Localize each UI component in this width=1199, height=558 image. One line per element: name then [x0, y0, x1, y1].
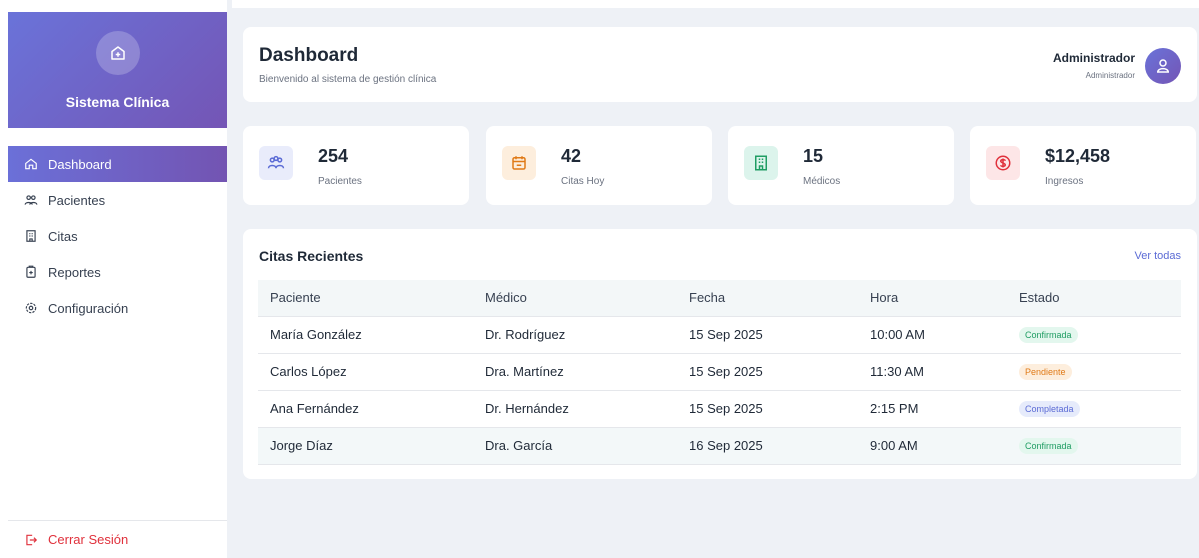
sidebar-item-label: Dashboard: [48, 156, 112, 172]
user-icon: [1156, 59, 1170, 73]
time-cell: 2:15 PM: [858, 390, 1007, 428]
stat-label: Médicos: [803, 176, 841, 187]
stat-card-ingresos: $12,458 Ingresos: [970, 126, 1196, 205]
sidebar-item-label: Configuración: [48, 300, 129, 316]
date-cell: 15 Sep 2025: [677, 390, 858, 428]
gear-icon: [24, 301, 38, 315]
table-row[interactable]: María González Dr. Rodríguez 15 Sep 2025…: [258, 316, 1181, 354]
sidebar-item-pacientes[interactable]: Pacientes: [0, 182, 227, 218]
view-all-link[interactable]: Ver todas: [1135, 250, 1181, 262]
date-cell: 15 Sep 2025: [677, 353, 858, 391]
sidebar-item-configuracion[interactable]: Configuración: [0, 290, 227, 326]
stat-label: Pacientes: [318, 176, 362, 187]
panel-title: Citas Recientes: [259, 248, 364, 264]
stat-label: Citas Hoy: [561, 176, 605, 187]
avatar[interactable]: [1145, 48, 1181, 84]
table-header-row: Paciente Médico Fecha Hora Estado: [258, 280, 1181, 317]
recent-appointments-panel: Citas Recientes Ver todas Paciente Médic…: [243, 229, 1197, 479]
doctor-cell: Dr. Rodríguez: [473, 316, 677, 354]
brand-title: Sistema Clínica: [65, 94, 170, 110]
sidebar: Sistema Clínica Dashboard Pacientes Cita…: [0, 0, 227, 558]
patient-cell: María González: [258, 316, 473, 354]
stat-value: 254: [318, 146, 349, 166]
doctor-cell: Dra. García: [473, 427, 677, 465]
logout-icon: [24, 533, 38, 547]
date-cell: 16 Sep 2025: [677, 427, 858, 465]
date-cell: 15 Sep 2025: [677, 316, 858, 354]
appointments-table: Paciente Médico Fecha Hora Estado María …: [258, 280, 1181, 465]
status-badge: Completada: [1019, 401, 1080, 417]
building-icon: [744, 146, 778, 180]
sidebar-item-label: Citas: [48, 228, 78, 244]
user-name: Administrador: [1052, 51, 1135, 65]
top-strip: [232, 0, 1199, 8]
users-icon: [24, 193, 38, 207]
table-row[interactable]: Carlos López Dra. Martínez 15 Sep 2025 1…: [258, 353, 1181, 391]
calendar-building-icon: [24, 229, 38, 243]
column-header[interactable]: Estado: [1007, 280, 1181, 317]
table-row[interactable]: Ana Fernández Dr. Hernández 15 Sep 2025 …: [258, 390, 1181, 428]
doctor-cell: Dra. Martínez: [473, 353, 677, 391]
stat-label: Ingresos: [1045, 176, 1084, 187]
page-subtitle: Bienvenido al sistema de gestión clínica: [259, 74, 437, 85]
calendar-icon: [502, 146, 536, 180]
user-role: Administrador: [1085, 71, 1135, 80]
stat-card-medicos: 15 Médicos: [728, 126, 954, 205]
stat-card-citas-hoy: 42 Citas Hoy: [486, 126, 712, 205]
column-header[interactable]: Hora: [858, 280, 1007, 317]
home-icon: [24, 157, 38, 171]
clinic-logo-icon: [95, 31, 140, 75]
time-cell: 11:30 AM: [858, 353, 1007, 391]
stat-value: 15: [803, 146, 824, 166]
patient-cell: Carlos López: [258, 353, 473, 391]
status-badge: Confirmada: [1019, 327, 1078, 343]
table-row[interactable]: Jorge Díaz Dra. García 16 Sep 2025 9:00 …: [258, 427, 1181, 465]
sidebar-item-label: Reportes: [48, 264, 101, 280]
stat-value: $12,458: [1045, 146, 1111, 166]
page-title: Dashboard: [259, 45, 359, 66]
sidebar-item-label: Pacientes: [48, 192, 106, 208]
status-badge: Pendiente: [1019, 364, 1072, 380]
sidebar-item-citas[interactable]: Citas: [0, 218, 227, 254]
sidebar-item-reportes[interactable]: Reportes: [0, 254, 227, 290]
time-cell: 10:00 AM: [858, 316, 1007, 354]
stat-value: 42: [561, 146, 582, 166]
doctor-cell: Dr. Hernández: [473, 390, 677, 428]
column-header[interactable]: Médico: [473, 280, 677, 317]
sidebar-nav: Dashboard Pacientes Citas Reportes Confi…: [0, 146, 227, 326]
status-badge: Confirmada: [1019, 438, 1078, 454]
patient-cell: Ana Fernández: [258, 390, 473, 428]
logout-button[interactable]: Cerrar Sesión: [8, 520, 227, 558]
page-header: Dashboard Bienvenido al sistema de gesti…: [243, 27, 1197, 102]
stat-card-pacientes: 254 Pacientes: [243, 126, 469, 205]
patient-cell: Jorge Díaz: [258, 427, 473, 465]
sidebar-item-dashboard[interactable]: Dashboard: [8, 146, 227, 182]
logout-label: Cerrar Sesión: [48, 532, 129, 547]
dollar-icon: [986, 146, 1020, 180]
column-header[interactable]: Fecha: [677, 280, 858, 317]
users-icon: [259, 146, 293, 180]
brand-header: Sistema Clínica: [8, 12, 227, 128]
clipboard-icon: [24, 265, 38, 279]
time-cell: 9:00 AM: [858, 427, 1007, 465]
column-header[interactable]: Paciente: [258, 280, 473, 317]
